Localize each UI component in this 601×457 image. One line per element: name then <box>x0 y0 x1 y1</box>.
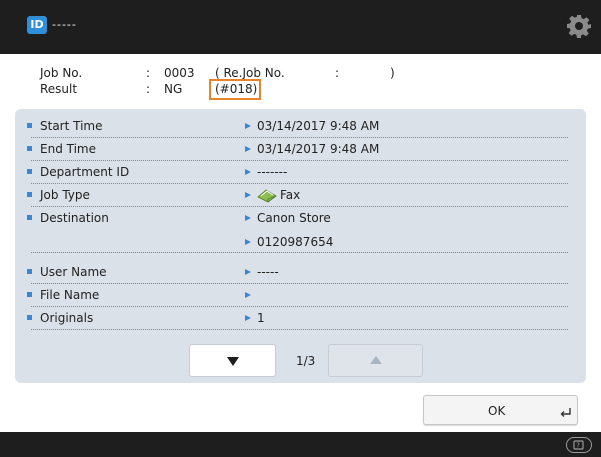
arrow-right-icon <box>245 123 251 129</box>
fax-icon <box>257 189 277 203</box>
detail-value: Canon Store <box>257 211 331 225</box>
result-value: NG <box>164 82 183 96</box>
bullet-icon <box>27 269 32 274</box>
arrow-right-icon <box>245 192 251 198</box>
help-icon[interactable]: ? <box>566 437 592 453</box>
detail-label: End Time <box>40 142 96 156</box>
bullet-icon <box>27 192 32 197</box>
detail-value: 03/14/2017 9:48 AM <box>257 119 380 133</box>
job-no-value: 0003 <box>164 66 195 80</box>
arrow-right-icon <box>245 215 251 221</box>
bottom-bar <box>0 432 601 457</box>
detail-value-secondary: 0120987654 <box>257 235 334 249</box>
page-up-button[interactable] <box>328 344 423 377</box>
arrow-right-icon <box>245 292 251 298</box>
id-badge-icon: ID <box>27 16 47 34</box>
result-code: (#018) <box>215 82 258 96</box>
detail-row-start-time: Start Time 03/14/2017 9:48 AM <box>27 115 568 138</box>
re-job-no-close: ) <box>390 66 395 80</box>
detail-label: File Name <box>40 288 100 302</box>
bullet-icon <box>27 292 32 297</box>
detail-row-end-time: End Time 03/14/2017 9:48 AM <box>27 138 568 161</box>
detail-label: Destination <box>40 211 109 225</box>
detail-label: Originals <box>40 311 94 325</box>
job-no-label: Job No. <box>40 66 83 80</box>
detail-row-job-type: Job Type Fax <box>27 184 568 207</box>
bullet-icon <box>27 169 32 174</box>
detail-value: Fax <box>280 188 301 202</box>
arrow-right-icon <box>245 269 251 275</box>
bullet-icon <box>27 123 32 128</box>
triangle-down-icon <box>227 357 239 366</box>
bullet-icon <box>27 215 32 220</box>
detail-value: 03/14/2017 9:48 AM <box>257 142 380 156</box>
arrow-right-icon <box>245 239 251 245</box>
result-label: Result <box>40 82 78 96</box>
page-down-button[interactable] <box>189 344 276 377</box>
detail-value: ------- <box>257 165 288 179</box>
detail-row-department-id: Department ID ------- <box>27 161 568 184</box>
arrow-right-icon <box>245 146 251 152</box>
user-name: ----- <box>52 18 77 31</box>
detail-row-user-name: User Name ----- <box>27 261 568 284</box>
triangle-up-icon <box>370 356 382 364</box>
detail-value: ----- <box>257 265 279 279</box>
detail-row-file-name: File Name <box>27 284 568 307</box>
top-bar: ID ----- <box>0 0 601 54</box>
gear-icon[interactable] <box>567 14 591 38</box>
detail-label: Job Type <box>40 188 90 202</box>
ok-button-label: OK <box>488 404 506 418</box>
page-indicator: 1/3 <box>296 354 316 368</box>
job-no-separator: : <box>146 66 151 80</box>
ok-button[interactable]: OK <box>423 395 578 425</box>
re-job-no-label: ( Re.Job No. <box>215 66 285 80</box>
enter-icon <box>560 408 571 417</box>
arrow-right-icon <box>245 315 251 321</box>
detail-value: 1 <box>257 311 265 325</box>
result-separator: : <box>146 82 151 96</box>
detail-label: Department ID <box>40 165 130 179</box>
detail-row-originals: Originals 1 <box>27 307 568 330</box>
detail-row-destination: Destination Canon Store 0120987654 <box>27 207 568 253</box>
detail-label: User Name <box>40 265 107 279</box>
detail-label: Start Time <box>40 119 103 133</box>
bullet-icon <box>27 146 32 151</box>
svg-text:?: ? <box>576 442 580 450</box>
bullet-icon <box>27 315 32 320</box>
arrow-right-icon <box>245 169 251 175</box>
re-job-no-separator: : <box>335 66 340 80</box>
